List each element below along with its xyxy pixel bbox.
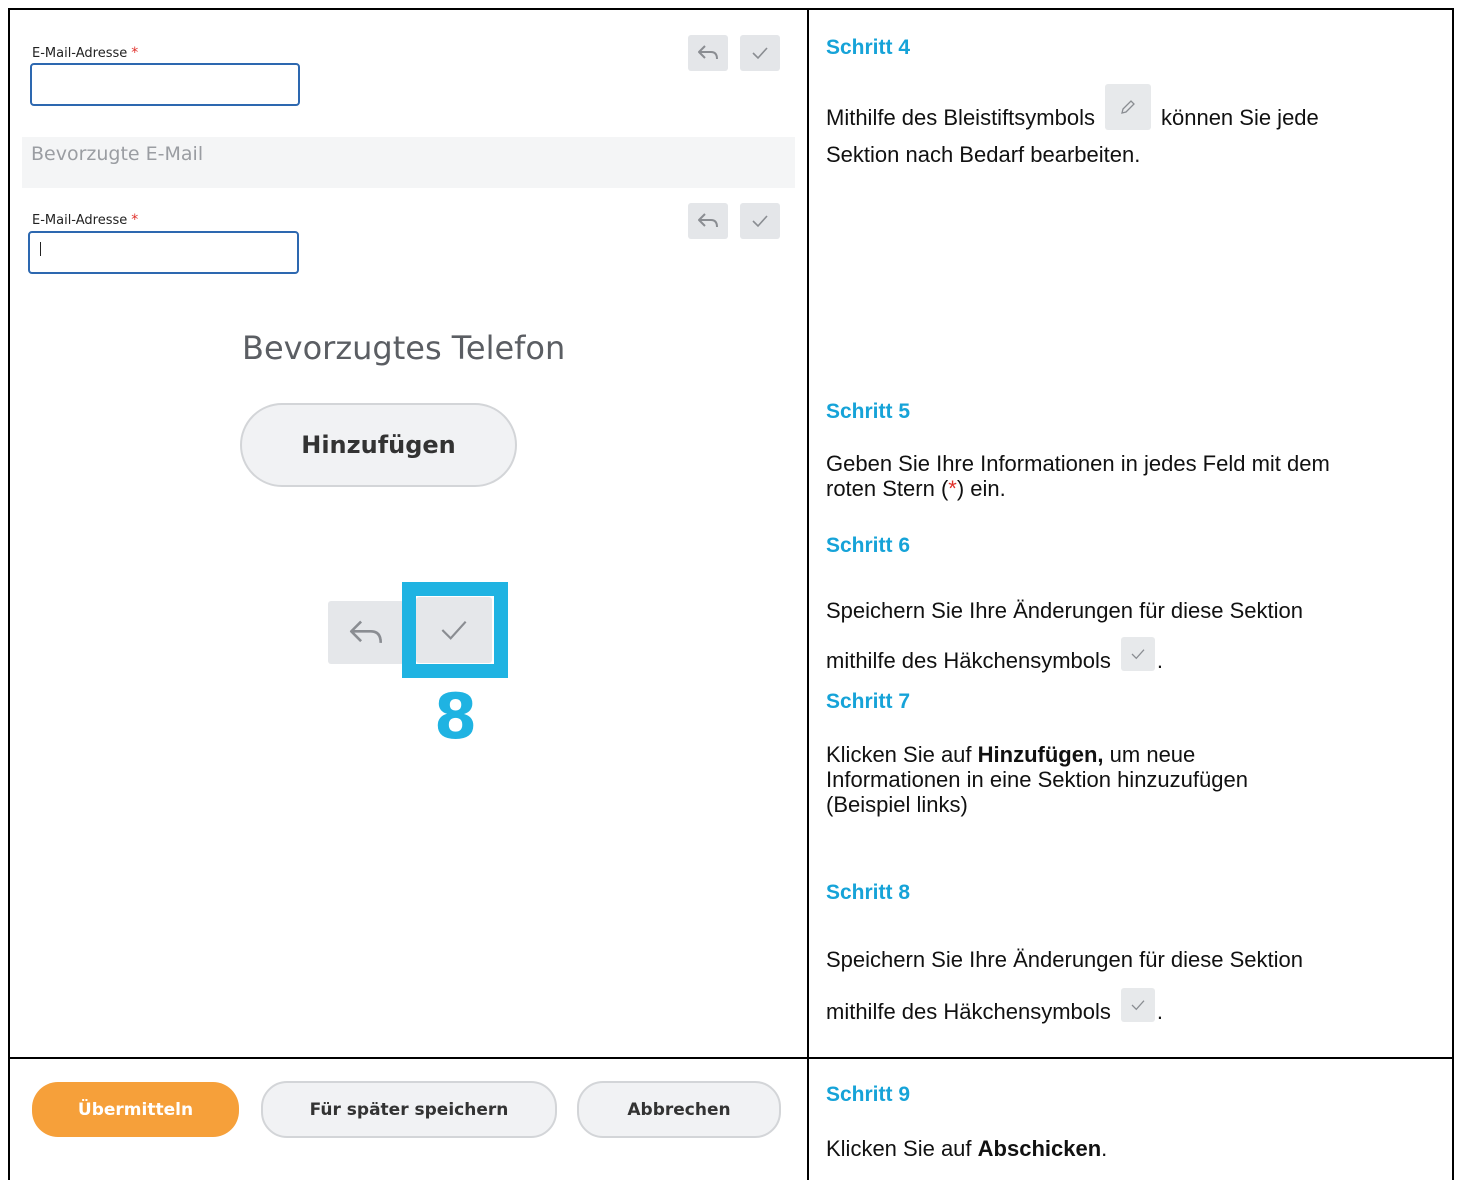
pencil-icon	[1104, 84, 1151, 130]
email-label: E-Mail-Adresse *	[32, 45, 139, 61]
text-caret	[40, 242, 41, 256]
step-4-text: Mithilfe des Bleistiftsymbols können Sie …	[826, 84, 1446, 167]
checkmark-icon	[752, 215, 768, 228]
required-star: *	[131, 212, 139, 228]
save-later-button[interactable]: Für später speichern	[261, 1081, 557, 1138]
section-title: Bevorzugte E-Mail	[31, 143, 204, 165]
undo-button-2[interactable]	[688, 203, 728, 239]
table-border-top	[8, 8, 1454, 10]
cancel-button[interactable]: Abbrechen	[577, 1081, 781, 1138]
step-8-title: Schritt 8	[826, 881, 911, 904]
cancel-label: Abbrechen	[627, 1099, 731, 1120]
checkmark-icon	[1120, 988, 1155, 1023]
undo-icon	[698, 213, 718, 228]
add-button-label: Hinzufügen	[301, 431, 456, 459]
callout-number: 8	[434, 680, 478, 753]
email-field-2[interactable]	[28, 231, 299, 274]
save-check-button-2[interactable]	[740, 203, 780, 239]
step-5-text: Geben Sie Ihre Informationen in jedes Fe…	[826, 451, 1330, 501]
submit-button[interactable]: Übermitteln	[32, 1082, 239, 1137]
table-border-right	[1452, 8, 1454, 1180]
step-9-text: Klicken Sie auf Abschicken.	[826, 1136, 1108, 1161]
undo-button-large[interactable]	[328, 601, 404, 664]
step-9-title: Schritt 9	[826, 1083, 911, 1106]
required-star: *	[131, 45, 139, 61]
highlight-box	[402, 582, 508, 678]
save-check-button[interactable]	[740, 35, 780, 71]
step-7-text: Klicken Sie auf Hinzufügen, um neue Info…	[826, 742, 1248, 817]
add-button[interactable]: Hinzufügen	[240, 403, 517, 487]
checkmark-icon	[1120, 637, 1155, 672]
step-6-title: Schritt 6	[826, 534, 911, 557]
table-divider-horizontal	[8, 1057, 1454, 1059]
submit-label: Übermitteln	[77, 1099, 194, 1120]
email-field[interactable]	[30, 63, 300, 106]
step-8-text: Speichern Sie Ihre Änderungen für diese …	[826, 947, 1303, 1024]
table-divider-vertical	[807, 8, 809, 1180]
save-later-label: Für später speichern	[309, 1099, 509, 1120]
table-border-left	[8, 8, 10, 1180]
undo-icon	[698, 45, 718, 60]
checkmark-icon	[752, 47, 768, 60]
step-5-title: Schritt 5	[826, 400, 911, 423]
undo-button[interactable]	[688, 35, 728, 71]
email-label-2: E-Mail-Adresse *	[32, 212, 139, 228]
step-6-text: Speichern Sie Ihre Änderungen für diese …	[826, 598, 1303, 673]
undo-icon	[349, 620, 383, 643]
step-4-title: Schritt 4	[826, 36, 911, 59]
phone-section-heading: Bevorzugtes Telefon	[242, 329, 566, 367]
step-7-title: Schritt 7	[826, 690, 911, 713]
